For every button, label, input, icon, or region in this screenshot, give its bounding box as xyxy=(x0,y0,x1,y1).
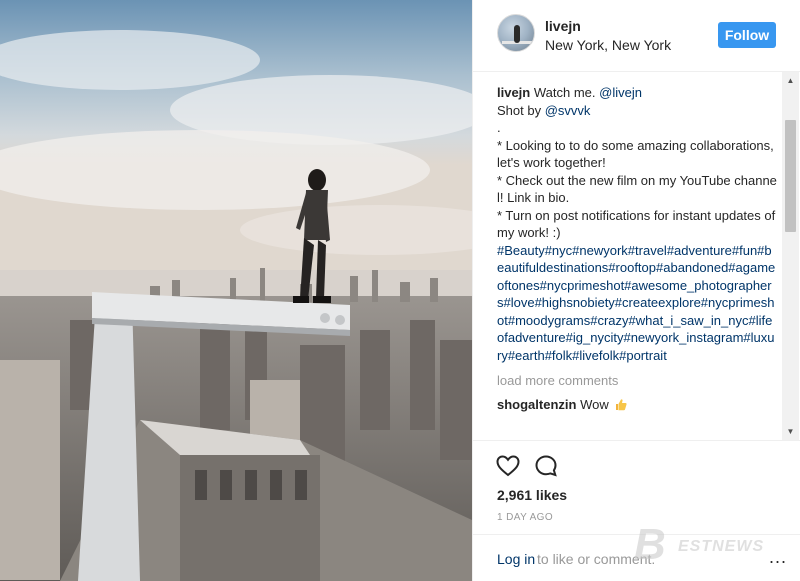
caption-dot: . xyxy=(497,120,501,135)
heart-icon[interactable] xyxy=(495,453,521,479)
follow-button[interactable]: Follow xyxy=(718,22,776,48)
avatar-figure xyxy=(514,25,520,43)
comment-text: Wow xyxy=(580,396,609,412)
scroll-up-icon[interactable]: ▲ xyxy=(782,72,799,89)
caption-text: Watch me. xyxy=(533,85,600,100)
location[interactable]: New York, New York xyxy=(545,37,671,53)
load-more-comments[interactable]: load more comments xyxy=(497,372,777,390)
comment-username[interactable]: shogaltenzin xyxy=(497,397,576,412)
comments-area[interactable]: livejn Watch me. @livejn Shot by @svvvk … xyxy=(497,84,777,440)
comments-scrollbar[interactable]: ▲ ▼ xyxy=(782,72,799,440)
login-link[interactable]: Log in xyxy=(497,551,535,567)
post-header: livejn New York, New York Follow xyxy=(473,0,800,72)
caption-hashtags[interactable]: #Beauty#nyc#newyork#travel#adventure#fun… xyxy=(497,242,777,365)
watermark-text: ESTNEWS xyxy=(678,538,765,555)
comment-icon[interactable] xyxy=(533,453,559,479)
likes-count[interactable]: 2,961 likes xyxy=(497,487,567,503)
watermark-logo: B ESTNEWS xyxy=(634,520,794,570)
caption-bullet-2: * Check out the new film on my YouTube c… xyxy=(497,172,777,206)
caption-username[interactable]: livejn xyxy=(497,85,530,100)
mention-livejn[interactable]: @livejn xyxy=(599,85,642,100)
comment-item: shogaltenzin Wow xyxy=(497,396,777,414)
photo-illustration xyxy=(0,0,472,581)
caption-line-1: livejn Watch me. @livejn xyxy=(497,84,777,102)
avatar[interactable] xyxy=(497,14,535,52)
caption-bullet-1: * Looking to to do some amazing collabor… xyxy=(497,137,774,171)
post-timestamp: 1 DAY AGO xyxy=(497,512,554,523)
post-panel: livejn New York, New York Follow livejn … xyxy=(472,0,800,581)
scrollbar-thumb[interactable] xyxy=(785,120,796,232)
username[interactable]: livejn xyxy=(545,18,581,34)
watermark-letter: B xyxy=(634,520,666,569)
mention-svvvk[interactable]: @svvvk xyxy=(545,103,591,118)
post-photo[interactable] xyxy=(0,0,472,581)
shot-by-label: Shot by xyxy=(497,102,545,118)
caption-line-2: Shot by @svvvk xyxy=(497,102,777,120)
caption-bullet-3: * Turn on post notifications for instant… xyxy=(497,207,776,241)
scroll-down-icon[interactable]: ▼ xyxy=(782,423,799,440)
thumbs-up-icon xyxy=(616,398,627,410)
